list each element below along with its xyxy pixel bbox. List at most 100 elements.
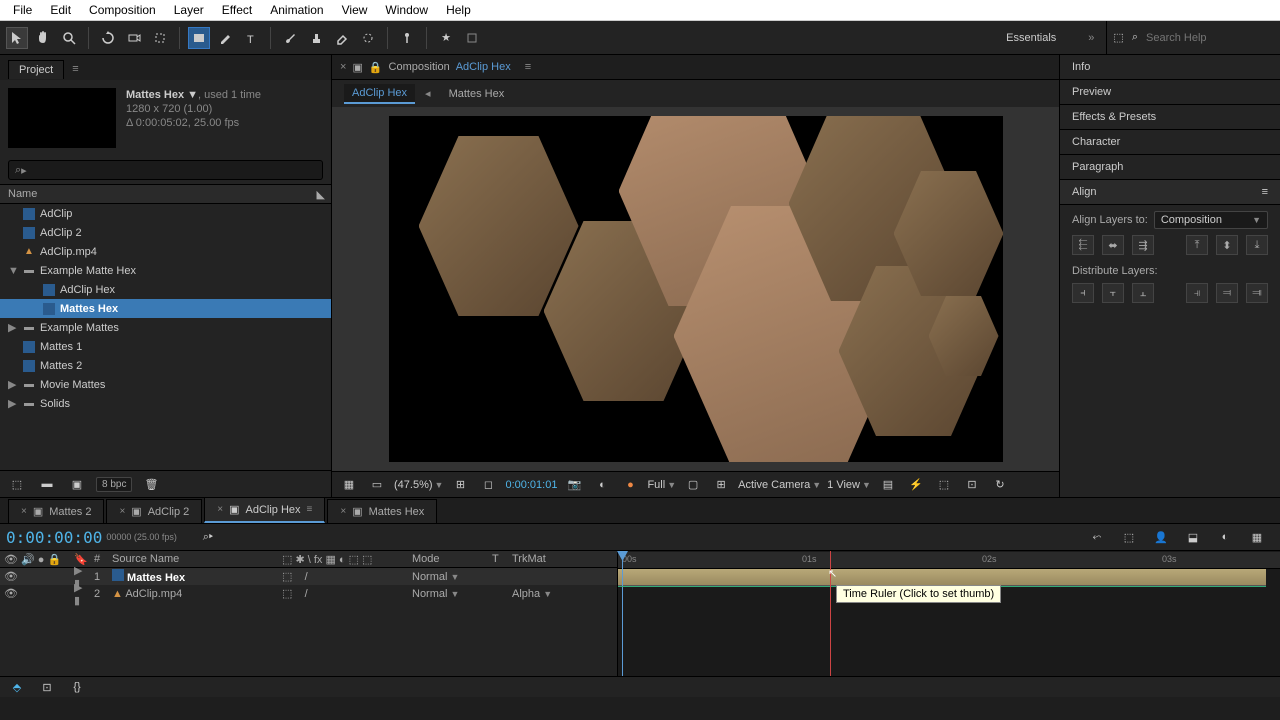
toggle-modes-icon[interactable]: ⊡ [36, 676, 58, 698]
grid-icon[interactable]: ⊞ [710, 474, 732, 496]
asset-item[interactable]: AdClip 2 [0, 223, 331, 242]
align-bottom-icon[interactable]: ⤓ [1246, 235, 1268, 255]
zoom-dropdown[interactable]: (47.5%) ▼ [394, 479, 443, 491]
clone-stamp-tool[interactable] [305, 27, 327, 49]
timeline-layer-row[interactable]: 👁▶ ▮2▲ AdClip.mp4⬚ / Normal ▼Alpha ▼ [0, 585, 617, 602]
puppet-pin-tool[interactable] [396, 27, 418, 49]
snapshot-icon[interactable]: 📷 [563, 474, 585, 496]
distribute-right-icon[interactable]: ⫥ [1246, 283, 1268, 303]
panel-menu-icon[interactable]: ≡ [64, 63, 86, 75]
asset-item[interactable]: ▶▬Movie Mattes [0, 375, 331, 394]
workspace-selector[interactable]: Essentials [986, 30, 1076, 46]
close-tab-icon[interactable]: × [217, 504, 223, 515]
character-panel[interactable]: Character [1060, 130, 1280, 155]
toggle-switches-icon[interactable]: ⬘ [6, 676, 28, 698]
flowchart-icon[interactable]: ⊡ [961, 474, 983, 496]
menu-file[interactable]: File [4, 1, 41, 19]
asset-item[interactable]: ▲AdClip.mp4 [0, 242, 331, 261]
favorite-icon[interactable]: ★ [435, 27, 457, 49]
timeline-tab[interactable]: ×▣Mattes 2 [8, 499, 104, 523]
motion-blur-icon[interactable]: ◐ [1214, 526, 1236, 548]
eraser-tool[interactable] [331, 27, 353, 49]
distribute-hcenter-icon[interactable]: ⫤ [1216, 283, 1238, 303]
align-vcenter-icon[interactable]: ⬍ [1216, 235, 1238, 255]
transparency-grid-icon[interactable]: ▦ [338, 474, 360, 496]
comp-mini-flowchart-icon[interactable]: ⬿ [1086, 526, 1108, 548]
timeline-tracks[interactable]: 00s 01s 02s 03s ↖ Time Ruler (Click to s… [618, 551, 1280, 676]
comp-title[interactable]: AdClip Hex [456, 61, 511, 73]
interpret-footage-icon[interactable]: ⬚ [6, 473, 28, 495]
pen-tool[interactable] [214, 27, 236, 49]
distribute-vcenter-icon[interactable]: ⫟ [1102, 283, 1124, 303]
new-folder-icon[interactable]: ▬ [36, 473, 58, 495]
align-panel-header[interactable]: Align≡ [1060, 180, 1280, 205]
draft-3d-icon[interactable]: ⬚ [1118, 526, 1140, 548]
menu-composition[interactable]: Composition [80, 1, 165, 19]
fast-previews-icon[interactable]: ⚡ [905, 474, 927, 496]
menu-effect[interactable]: Effect [213, 1, 261, 19]
effects-presets-panel[interactable]: Effects & Presets [1060, 105, 1280, 130]
view-layout-dropdown[interactable]: 1 View ▼ [827, 479, 871, 491]
mask-icon[interactable]: ◻ [477, 474, 499, 496]
asset-item[interactable]: ▶▬Example Mattes [0, 318, 331, 337]
composition-viewer[interactable] [332, 107, 1059, 471]
label-icon[interactable]: ◣ [317, 188, 325, 201]
graph-editor-icon[interactable]: ▦ [1246, 526, 1268, 548]
monitor-icon[interactable]: ▭ [366, 474, 388, 496]
trash-icon[interactable]: 🗑 [140, 473, 162, 495]
align-left-icon[interactable]: ⬱ [1072, 235, 1094, 255]
breadcrumb-root[interactable]: AdClip Hex [344, 84, 415, 104]
project-bpc[interactable]: 8 bpc [96, 477, 132, 492]
panel-menu-icon[interactable]: ≡ [517, 61, 539, 73]
timeline-tab[interactable]: ×▣Mattes Hex [327, 499, 437, 523]
align-right-icon[interactable]: ⇶ [1132, 235, 1154, 255]
new-comp-icon[interactable]: ▣ [66, 473, 88, 495]
layer-bar-1[interactable] [618, 569, 1266, 586]
asset-item[interactable]: ▼▬Example Matte Hex [0, 261, 331, 280]
pixel-aspect-icon[interactable]: ▤ [877, 474, 899, 496]
asset-item[interactable]: ▶▬Solids [0, 394, 331, 413]
close-tab-icon[interactable]: × [340, 506, 346, 517]
resolution-dropdown[interactable]: Full ▼ [647, 479, 676, 491]
asset-item[interactable]: Mattes 2 [0, 356, 331, 375]
sync-settings-icon[interactable]: ⬚ [1113, 31, 1123, 44]
frame-blend-icon[interactable]: ⬓ [1182, 526, 1204, 548]
paragraph-panel[interactable]: Paragraph [1060, 155, 1280, 180]
menu-window[interactable]: Window [376, 1, 437, 19]
timeline-timecode[interactable]: 0:00:00:00 [6, 528, 102, 547]
composition-canvas[interactable] [389, 116, 1003, 462]
asset-item[interactable]: AdClip [0, 204, 331, 223]
timeline-layer-row[interactable]: 👁▶ ▮1 Mattes Hex⬚ / Normal ▼ [0, 568, 617, 585]
channel-icon[interactable]: ● [619, 474, 641, 496]
distribute-left-icon[interactable]: ⫣ [1186, 283, 1208, 303]
menu-view[interactable]: View [333, 1, 377, 19]
project-search[interactable]: ⌕▸ [8, 160, 323, 180]
rotation-tool[interactable] [97, 27, 119, 49]
lock-icon[interactable]: 🔒 [369, 61, 383, 74]
resolution-icon[interactable]: ⊞ [449, 474, 471, 496]
preview-panel[interactable]: Preview [1060, 80, 1280, 105]
asset-item[interactable]: Mattes 1 [0, 337, 331, 356]
align-top-icon[interactable]: ⤒ [1186, 235, 1208, 255]
hand-tool[interactable] [32, 27, 54, 49]
menu-animation[interactable]: Animation [261, 1, 332, 19]
distribute-bottom-icon[interactable]: ⫠ [1132, 283, 1154, 303]
camera-dropdown[interactable]: Active Camera ▼ [738, 479, 821, 491]
timeline-tab[interactable]: ×▣AdClip Hex ≡ [204, 497, 325, 523]
zoom-tool[interactable] [58, 27, 80, 49]
timeline-search-icon[interactable]: ⌕▸ [197, 526, 219, 548]
brush-tool[interactable] [279, 27, 301, 49]
roto-brush-tool[interactable] [357, 27, 379, 49]
show-snapshot-icon[interactable]: ◐ [591, 474, 613, 496]
menu-layer[interactable]: Layer [165, 1, 213, 19]
menu-help[interactable]: Help [437, 1, 480, 19]
breadcrumb-child[interactable]: Mattes Hex [441, 85, 513, 103]
align-to-dropdown[interactable]: Composition▼ [1154, 211, 1268, 229]
type-tool[interactable]: T [240, 27, 262, 49]
rectangle-tool[interactable] [188, 27, 210, 49]
close-tab-icon[interactable]: × [21, 506, 27, 517]
roi-icon[interactable]: ▢ [682, 474, 704, 496]
time-ruler[interactable]: 00s 01s 02s 03s [618, 552, 1280, 569]
asset-item[interactable]: Mattes Hex [0, 299, 331, 318]
toggle-brackets-icon[interactable]: {} [66, 676, 88, 698]
